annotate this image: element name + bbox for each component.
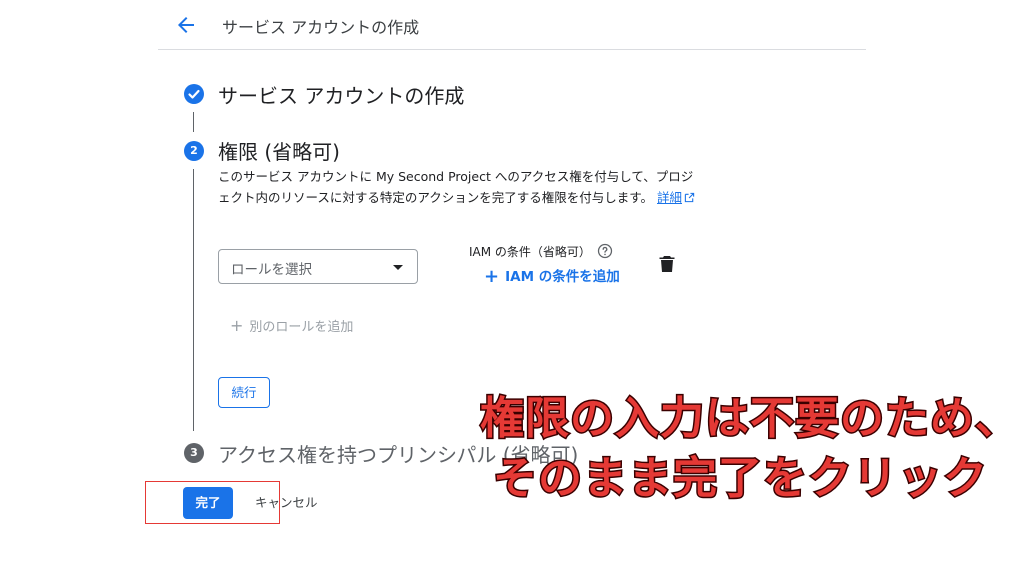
learn-more-label[interactable]: 詳細 [657, 190, 682, 205]
annotation-overlay: 権限の入力は不要のため、 そのまま完了をクリック [300, 389, 1021, 509]
step-connector [193, 112, 194, 132]
annotation-line-1: 権限の入力は不要のため、 [479, 392, 1021, 446]
description-text: このサービス アカウントに My Second Project へのアクセス権を… [218, 169, 694, 205]
back-arrow-icon[interactable] [174, 13, 198, 37]
add-iam-condition-button[interactable]: + IAM の条件を追加 [484, 265, 620, 287]
continue-button[interactable]: 続行 [218, 377, 270, 408]
step-2-title: 権限 (省略可) [218, 140, 340, 164]
add-role-label: 別のロールを追加 [249, 320, 354, 335]
plus-icon: + [484, 266, 500, 287]
help-icon[interactable] [597, 243, 613, 259]
add-iam-condition-label: IAM の条件を追加 [505, 269, 620, 285]
trash-icon[interactable] [659, 255, 675, 273]
step-1-title[interactable]: サービス アカウントの作成 [218, 80, 464, 109]
step-connector [193, 169, 194, 431]
role-select-placeholder: ロールを選択 [231, 262, 312, 278]
annotation-line-2: そのまま完了をクリック [492, 452, 989, 506]
external-link-icon [684, 192, 695, 203]
header: サービス アカウントの作成 [158, 0, 866, 50]
check-icon [184, 84, 204, 104]
page: サービス アカウントの作成 サービス アカウントの作成 2 権限 (省略可) こ… [0, 0, 1024, 576]
permissions-description: このサービス アカウントに My Second Project へのアクセス権を… [218, 166, 698, 208]
plus-icon: + [230, 316, 244, 335]
role-select[interactable]: ロールを選択 [218, 249, 418, 284]
iam-condition-label: IAM の条件（省略可） [469, 245, 591, 259]
step-2-number: 2 [184, 141, 204, 161]
add-role-button[interactable]: + 別のロールを追加 [230, 316, 353, 335]
step-3-number: 3 [184, 443, 204, 463]
highlight-box [145, 481, 280, 524]
learn-more-link[interactable]: 詳細 [657, 190, 695, 205]
dropdown-caret-icon [393, 265, 403, 270]
page-title: サービス アカウントの作成 [222, 18, 420, 37]
